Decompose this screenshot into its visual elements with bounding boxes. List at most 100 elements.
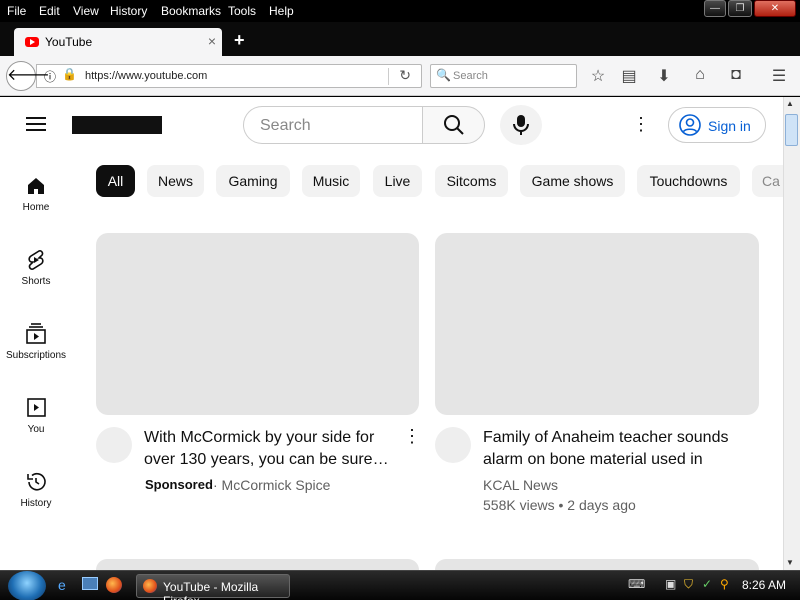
vertical-scrollbar[interactable] [783, 97, 800, 570]
reload-icon[interactable]: ↻ [399, 67, 411, 84]
tab-title: YouTube [45, 35, 93, 49]
search-tray-icon[interactable]: ⚲ [720, 577, 729, 591]
home-button-icon[interactable]: ⌂ [689, 66, 711, 84]
chip-news[interactable]: News [147, 165, 204, 197]
sidebar-item-history[interactable]: History [0, 470, 72, 509]
video-thumbnail[interactable] [435, 233, 759, 415]
video-thumbnail[interactable] [435, 559, 759, 570]
clock: 8:26 AM [742, 578, 787, 592]
sidebar-label-home: Home [22, 202, 50, 213]
menu-file[interactable]: File [7, 4, 26, 18]
sidebar-item-subscriptions[interactable]: Subscriptions [0, 322, 72, 361]
sidebar-label-subscriptions: Subscriptions [5, 350, 67, 361]
video-title-line[interactable]: over 130 years, you can be sure… [144, 449, 389, 471]
video-stats: 558K views • 2 days ago [483, 497, 636, 513]
account-icon [679, 114, 701, 136]
chip-sitcoms[interactable]: Sitcoms [435, 165, 508, 197]
menu-bookmarks[interactable]: Bookmarks [161, 4, 221, 18]
minimize-button[interactable]: — [704, 0, 726, 17]
microphone-icon [513, 115, 529, 135]
menu-view[interactable]: View [73, 4, 99, 18]
shorts-icon [28, 250, 44, 270]
video-title-line[interactable]: alarm on bone material used in [483, 449, 703, 471]
youtube-logo[interactable] [72, 116, 162, 134]
reading-list-icon[interactable]: ▤ [618, 66, 640, 86]
voice-search-button[interactable] [500, 105, 542, 145]
sidebar-label-you: You [27, 424, 45, 435]
youtube-search-button[interactable] [422, 106, 485, 144]
menu-help[interactable]: Help [269, 4, 294, 18]
network-icon[interactable]: ✓ [702, 577, 712, 591]
chip-gaming[interactable]: Gaming [216, 165, 290, 197]
sidebar-item-shorts[interactable]: Shorts [0, 248, 72, 287]
chip-live[interactable]: Live [373, 165, 422, 197]
menu-hamburger-icon[interactable]: ☰ [768, 66, 790, 86]
video-more-icon[interactable]: ⋮ [403, 426, 421, 447]
new-tab-button[interactable]: + [234, 30, 245, 51]
menu-tools[interactable]: Tools [228, 4, 256, 18]
scrollbar-thumb[interactable] [785, 114, 798, 146]
chip-music[interactable]: Music [302, 165, 360, 197]
taskbar-window-label: YouTube - Mozilla Firefox [163, 580, 259, 600]
firefox-icon [143, 579, 157, 593]
keyboard-icon[interactable]: ⌨ [628, 577, 645, 591]
you-icon [27, 398, 46, 417]
ie-quicklaunch-icon[interactable]: e [58, 577, 66, 593]
sidebar-item-you[interactable]: You [0, 396, 72, 435]
search-engine-icon[interactable]: 🔍 [436, 68, 451, 82]
subscriptions-icon [26, 323, 46, 344]
url-separator [388, 68, 389, 85]
channel-name[interactable]: · McCormick Spice [213, 477, 330, 493]
channel-avatar[interactable] [435, 427, 471, 463]
scroll-up-icon[interactable]: ▲ [786, 99, 794, 108]
downloads-icon[interactable]: ⬇ [653, 66, 675, 86]
channel-avatar[interactable] [96, 427, 132, 463]
browser-search-placeholder: Search [453, 70, 488, 82]
video-thumbnail[interactable] [96, 233, 419, 415]
tab-close-icon[interactable]: × [208, 33, 216, 49]
menu-bar: File Edit View History Bookmarks Tools H… [0, 0, 800, 22]
back-arrow-icon: 🡐 [7, 67, 50, 84]
url-bar[interactable]: ⓘ 🔒 https://www.youtube.com ↻ [36, 64, 422, 88]
start-button[interactable] [8, 571, 46, 600]
sidebar-label-shorts: Shorts [21, 276, 51, 287]
taskbar-firefox-window[interactable]: YouTube - Mozilla Firefox [136, 574, 290, 600]
search-icon [444, 115, 464, 135]
bookmark-star-icon[interactable]: ☆ [587, 66, 609, 86]
close-window-button[interactable]: ✕ [754, 0, 796, 17]
sign-in-button[interactable]: Sign in [668, 107, 766, 143]
tab-youtube[interactable]: YouTube × [14, 28, 222, 56]
back-button[interactable]: 🡐 [6, 61, 50, 91]
video-title-line[interactable]: With McCormick by your side for [144, 427, 374, 449]
settings-more-icon[interactable]: ⋮ [632, 114, 650, 135]
chip-game-shows[interactable]: Game shows [520, 165, 625, 197]
browser-search-bar[interactable]: 🔍 Search [430, 64, 577, 88]
menu-history[interactable]: History [110, 4, 147, 18]
sponsored-label: Sponsored [145, 477, 213, 492]
history-icon [27, 472, 46, 491]
menu-edit[interactable]: Edit [39, 4, 60, 18]
channel-name[interactable]: KCAL News [483, 477, 558, 493]
chip-all[interactable]: All [96, 165, 135, 197]
sidebar-label-history: History [20, 498, 52, 509]
video-thumbnail[interactable] [96, 559, 419, 570]
chip-touchdowns[interactable]: Touchdowns [637, 165, 740, 197]
show-desktop-icon[interactable] [82, 577, 98, 590]
maximize-button[interactable]: ❐ [728, 0, 752, 17]
youtube-search-placeholder: Search [260, 117, 311, 134]
tray-window-icon[interactable]: ▣ [665, 577, 676, 591]
video-title-line[interactable]: Family of Anaheim teacher sounds [483, 427, 728, 449]
pocket-icon[interactable]: ◘ [725, 66, 747, 84]
youtube-favicon-icon [25, 37, 39, 47]
firefox-quicklaunch-icon[interactable] [106, 577, 122, 593]
youtube-search-input[interactable]: Search [243, 106, 423, 144]
chip-partial[interactable]: Ca [752, 165, 783, 197]
lock-warning-icon[interactable]: 🔒 [62, 67, 77, 81]
guide-menu-icon[interactable] [26, 117, 46, 133]
home-icon [28, 178, 44, 194]
url-text[interactable]: https://www.youtube.com [85, 70, 207, 82]
security-shield-icon[interactable]: ⛉ [684, 577, 693, 592]
scroll-down-icon[interactable]: ▼ [786, 558, 794, 567]
sign-in-label: Sign in [708, 118, 751, 134]
sidebar-item-home[interactable]: Home [0, 174, 72, 213]
